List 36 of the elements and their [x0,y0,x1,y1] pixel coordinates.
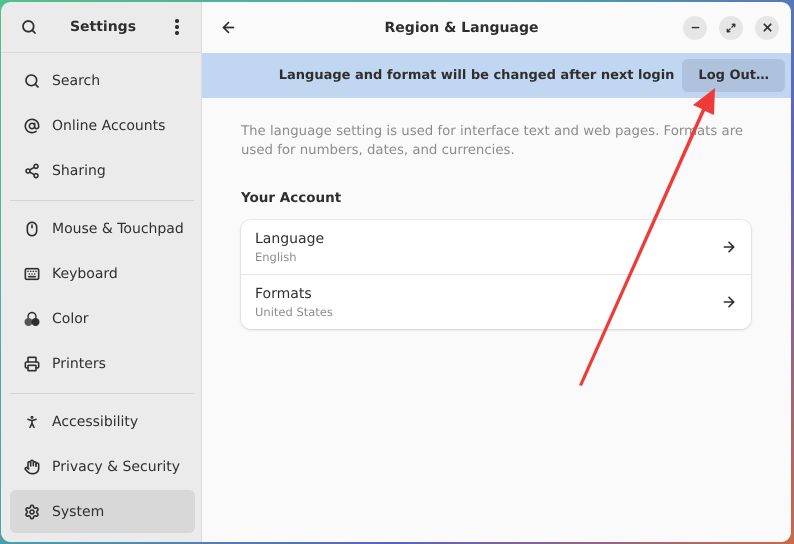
sidebar-item[interactable]: Search [10,59,188,102]
sidebar-item[interactable]: Accessibility [10,400,195,443]
close-icon [760,21,774,34]
gear-icon [24,504,40,520]
sidebar-item[interactable]: Printers [10,342,188,385]
sidebar-item[interactable]: Color [10,297,188,340]
keyboard-icon [24,266,40,282]
search-icon [21,19,37,35]
maximize-icon [726,22,736,32]
section-title: Your Account [241,190,342,206]
banner-message: Language and format will be changed after next login [278,68,674,83]
row-value: United States [255,304,334,318]
log-out-button[interactable]: Log Out… [682,59,785,92]
search-icon [24,72,40,88]
window-title: Region & Language [384,20,540,36]
sidebar-item[interactable]: Online Accounts [10,104,188,147]
row-title: Language [255,230,326,246]
share-icon [24,162,40,178]
settings-row[interactable]: Language English [241,220,751,274]
sidebar-item[interactable]: System [10,490,195,533]
sidebar-item[interactable]: Mouse & Touchpad [10,207,188,250]
sidebar-title: Settings [70,19,136,35]
sidebar-item[interactable]: Privacy & Security [10,445,195,488]
sidebar-item[interactable]: Keyboard [10,252,188,295]
person-icon [24,414,40,430]
maximize-button[interactable] [719,16,743,40]
row-title: Formats [255,286,313,302]
mouse-icon [24,220,40,236]
at-sign-icon [24,118,40,134]
row-value: English [255,250,298,264]
hand-icon [24,458,40,474]
menu-icon [175,19,179,35]
close-button[interactable] [755,16,779,40]
sidebar-item[interactable]: Sharing [10,149,188,192]
printer-icon [24,356,40,372]
color-circles-icon [24,310,40,326]
